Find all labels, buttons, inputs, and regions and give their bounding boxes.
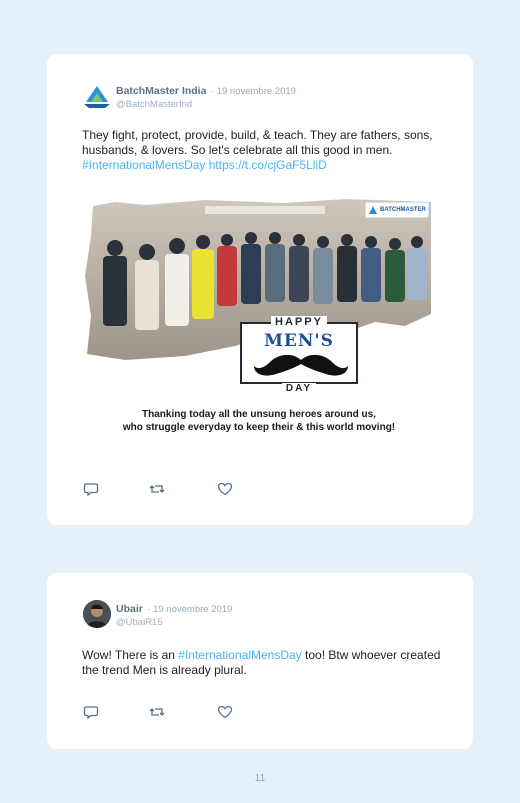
- reply-icon[interactable]: [83, 481, 99, 497]
- batchmaster-badge: BATCHMASTER: [365, 202, 429, 218]
- media-caption: Thanking today all the unsung heroes aro…: [85, 408, 433, 434]
- caption-line-1: Thanking today all the unsung heroes aro…: [142, 409, 376, 420]
- tweet-text-main: They fight, protect, provide, build, & t…: [82, 128, 433, 157]
- url-link[interactable]: https://t.co/cjGaF5LliD: [209, 158, 327, 172]
- mens-day-badge: HAPPY MEN'S DAY: [240, 316, 358, 394]
- hashtag-link[interactable]: #InternationalMensDay: [178, 648, 301, 662]
- mustache-icon: [254, 354, 348, 376]
- tweet-header: BatchMaster India · 19 novembre 2019 @Ba…: [116, 84, 296, 111]
- author-handle[interactable]: @UbaiR15: [116, 617, 232, 629]
- tweet-header: Ubair · 19 novembre 2019 @UbaiR15: [116, 602, 232, 629]
- batchmaster-logo-icon[interactable]: [83, 82, 111, 110]
- like-icon[interactable]: [217, 481, 233, 497]
- tweet-actions: [83, 481, 243, 497]
- hashtag-link[interactable]: #InternationalMensDay: [82, 158, 205, 172]
- page-number: 11: [254, 773, 266, 784]
- tweet-text-main: Wow! There is an: [82, 648, 179, 662]
- tweet-card-batchmaster: BatchMaster India · 19 novembre 2019 @Ba…: [47, 54, 473, 525]
- author-handle[interactable]: @BatchMasterInd: [116, 99, 296, 111]
- tweet-text: They fight, protect, provide, build, & t…: [82, 128, 442, 173]
- author-name[interactable]: Ubair: [116, 603, 143, 615]
- mens-label: MEN'S: [264, 331, 334, 351]
- author-name[interactable]: BatchMaster India: [116, 85, 206, 97]
- like-icon[interactable]: [217, 704, 233, 720]
- retweet-icon[interactable]: [149, 481, 165, 497]
- day-label: DAY: [281, 383, 317, 394]
- tweet-card-ubair: Ubair · 19 novembre 2019 @UbaiR15 Wow! T…: [47, 573, 473, 749]
- tweet-date[interactable]: · 19 novembre 2019: [211, 86, 296, 97]
- tweet-text: Wow! There is an #InternationalMensDay t…: [82, 648, 442, 678]
- reply-icon[interactable]: [83, 704, 99, 720]
- happy-label: HAPPY: [271, 316, 327, 328]
- avatar[interactable]: [83, 600, 111, 628]
- retweet-icon[interactable]: [149, 704, 165, 720]
- tweet-actions: [83, 704, 243, 720]
- tweet-media-image[interactable]: BATCHMASTER HAPPY MEN'S DAY Thanking tod…: [85, 194, 433, 444]
- tweet-date[interactable]: · 19 novembre 2019: [147, 604, 232, 615]
- caption-line-2: who struggle everyday to keep their & th…: [122, 422, 396, 433]
